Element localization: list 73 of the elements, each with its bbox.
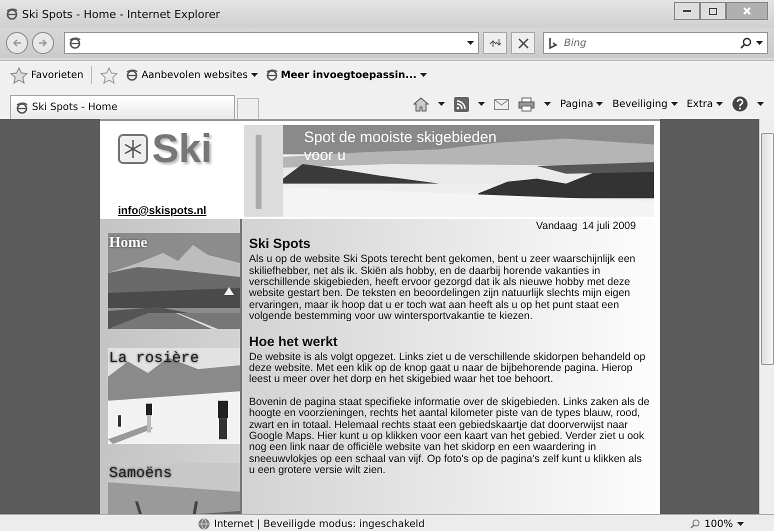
window-title: Ski Spots - Home - Internet Explorer: [22, 8, 222, 20]
forward-arrow-icon: [38, 38, 48, 48]
search-provider-icon: [548, 37, 558, 49]
paragraph: Als u op de website Ski Spots terecht bent gekomen, bent u zeer waarschijnlijk een skiliefhebber, net als ik. Skiën als hobby, en de daarbij horende vakanties in verschillende skigebieden, heeft ervoor gezorgd dat ik als nieuwe hobby met deze website gestart ben. De teksten en beoordelingen zijn natuurlijk slechts mijn eigen ervaringen, maar ik hoop dat u er toch wat aan heeft als u op het punt staat een volgende bestemming voor uw wintersportvakantie te kiezen.: [249, 254, 636, 323]
magnifier-icon: [690, 519, 700, 529]
status-text: Internet | Beveiligde modus: ingeschakeld: [214, 518, 425, 530]
maximize-button[interactable]: [700, 2, 726, 20]
feed-icon[interactable]: [454, 96, 470, 112]
nav-tile[interactable]: La rosière: [108, 348, 240, 444]
mail-icon[interactable]: [494, 98, 510, 110]
browser-tab[interactable]: Ski Spots - Home: [10, 95, 235, 119]
command-menu-button[interactable]: Pagina: [560, 98, 604, 110]
nav-label: Samoëns: [109, 464, 172, 482]
section-heading: Ski Spots: [249, 236, 312, 252]
maximize-icon: [709, 8, 717, 14]
section-heading: Hoe het werkt: [249, 334, 339, 349]
search-icon: [740, 37, 752, 49]
caret-icon: [420, 73, 427, 77]
nav-label: La rosière: [109, 350, 200, 367]
printer-icon[interactable]: [518, 96, 536, 112]
browser-logo-icon: [126, 69, 138, 81]
home-icon[interactable]: [413, 96, 430, 112]
add-favorite-icon[interactable]: [100, 66, 118, 84]
caret-icon: [438, 102, 446, 106]
caret-icon: [716, 102, 723, 106]
stop-button[interactable]: [511, 32, 535, 54]
caret-icon: [467, 41, 474, 45]
caret-icon: [757, 102, 764, 106]
scroll-thumb[interactable]: [760, 133, 774, 365]
favorites-menu-item[interactable]: Meer invoegtoepassin...: [266, 69, 427, 81]
nav-tile[interactable]: Samoëns: [108, 462, 240, 514]
address-field[interactable]: [64, 32, 479, 54]
browser-logo-icon: [266, 69, 278, 81]
browser-logo-icon: [6, 8, 18, 20]
minimize-button[interactable]: [674, 2, 700, 20]
favorites-menu-item[interactable]: Aanbevolen websites: [126, 69, 258, 81]
favorites-button[interactable]: Favorieten: [10, 66, 84, 84]
back-button[interactable]: [6, 32, 28, 54]
refresh-button[interactable]: [483, 32, 507, 54]
snowflake-icon: [118, 134, 148, 164]
scrollbar[interactable]: [759, 119, 774, 514]
refresh-arrows-icon: [489, 38, 501, 48]
minimize-icon: [683, 10, 691, 12]
forward-button[interactable]: [32, 32, 54, 54]
command-menu-button[interactable]: Extra: [686, 98, 723, 110]
paragraph: Bovenin de pagina staat specifieke informatie over de skigebieden. Links zaken als de hoogte en voorzieningen, rechts het aantal kilometer piste van de types blauw, rood, zwart en in totaal. Helemaal rechts staat een gebiedskaartje dat doorverwijst naar Google Maps. Hier kunt u op klikken voor een kaart van het gebied. Verder ziet u ook nog een link naar de officiële website van het skidorp en een waardering in sneeuwvlokjes op een schaal van vijf. Op foto's op de pagina's zelf kunt u klikken als u een grotere versie wilt zien.: [249, 396, 650, 477]
email-link[interactable]: info@skispots.nl: [118, 204, 244, 217]
caret-icon: [544, 102, 552, 106]
zoom-button[interactable]: 100%: [684, 518, 750, 530]
close-button[interactable]: [726, 2, 768, 20]
close-icon: [743, 7, 751, 15]
close-icon: [518, 38, 528, 48]
date-label: Vandaag: [536, 220, 578, 232]
nav-label: Home: [109, 234, 148, 252]
caret-icon: [596, 102, 604, 106]
back-arrow-icon: [12, 38, 22, 48]
star-icon: [10, 66, 28, 84]
caret-icon: [250, 73, 258, 77]
browser-logo-icon: [69, 37, 81, 49]
caret-icon: [756, 41, 763, 45]
browser-logo-icon: [16, 102, 28, 114]
caret-icon: [670, 102, 678, 106]
search-field[interactable]: Bing: [562, 36, 736, 50]
caret-icon: [478, 102, 486, 106]
site-logo: Ski: [152, 129, 212, 169]
banner-slogan: Spot de mooiste skigebieden voor u: [304, 129, 498, 165]
command-menu-button[interactable]: Beveiliging: [612, 98, 678, 110]
globe-icon: [198, 518, 210, 530]
paragraph: De website is als volgt opgezet. Links ziet u de verschillende skidorpen behandeld op deze website. Met een klik op de knop gaat u naar de bijbehorende pagina. Hierop leest u meer over het dorp en het skigebied waar het toe behoort.: [249, 352, 646, 386]
search-bar[interactable]: Bing: [543, 32, 768, 54]
caret-icon: [737, 522, 744, 526]
help-icon[interactable]: [732, 96, 748, 112]
date-text: 14 juli 2009: [582, 220, 636, 232]
